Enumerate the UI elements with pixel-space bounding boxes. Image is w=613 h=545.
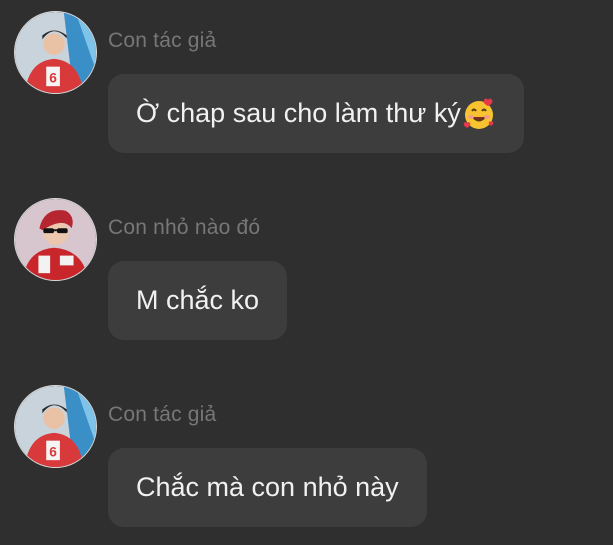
smiling-face-with-hearts-icon	[462, 97, 496, 131]
author-avatar[interactable]: 6	[14, 11, 97, 94]
sender-name: Con nhỏ nào đó	[108, 216, 261, 239]
chat-thread: 6 Con tác giả Ờ chap sau cho làm thư ký	[0, 0, 613, 545]
author-avatar-image: 6	[15, 12, 96, 93]
message-text: M chắc ko	[136, 285, 260, 315]
svg-text:6: 6	[49, 70, 57, 85]
author-avatar-image: 6	[15, 386, 96, 467]
reader-avatar-image	[15, 199, 96, 280]
message-text: Chắc mà con nhỏ này	[136, 472, 399, 502]
message-bubble[interactable]: M chắc ko	[108, 261, 288, 340]
svg-text:6: 6	[49, 444, 57, 459]
reader-avatar[interactable]	[14, 198, 97, 281]
message-bubble[interactable]: Ờ chap sau cho làm thư ký	[108, 74, 524, 153]
message-bubble[interactable]: Chắc mà con nhỏ này	[108, 448, 427, 527]
message-text: Ờ chap sau cho làm thư ký	[136, 98, 461, 128]
sender-name: Con tác giả	[108, 403, 217, 426]
sender-name: Con tác giả	[108, 29, 217, 52]
author-avatar[interactable]: 6	[14, 385, 97, 468]
